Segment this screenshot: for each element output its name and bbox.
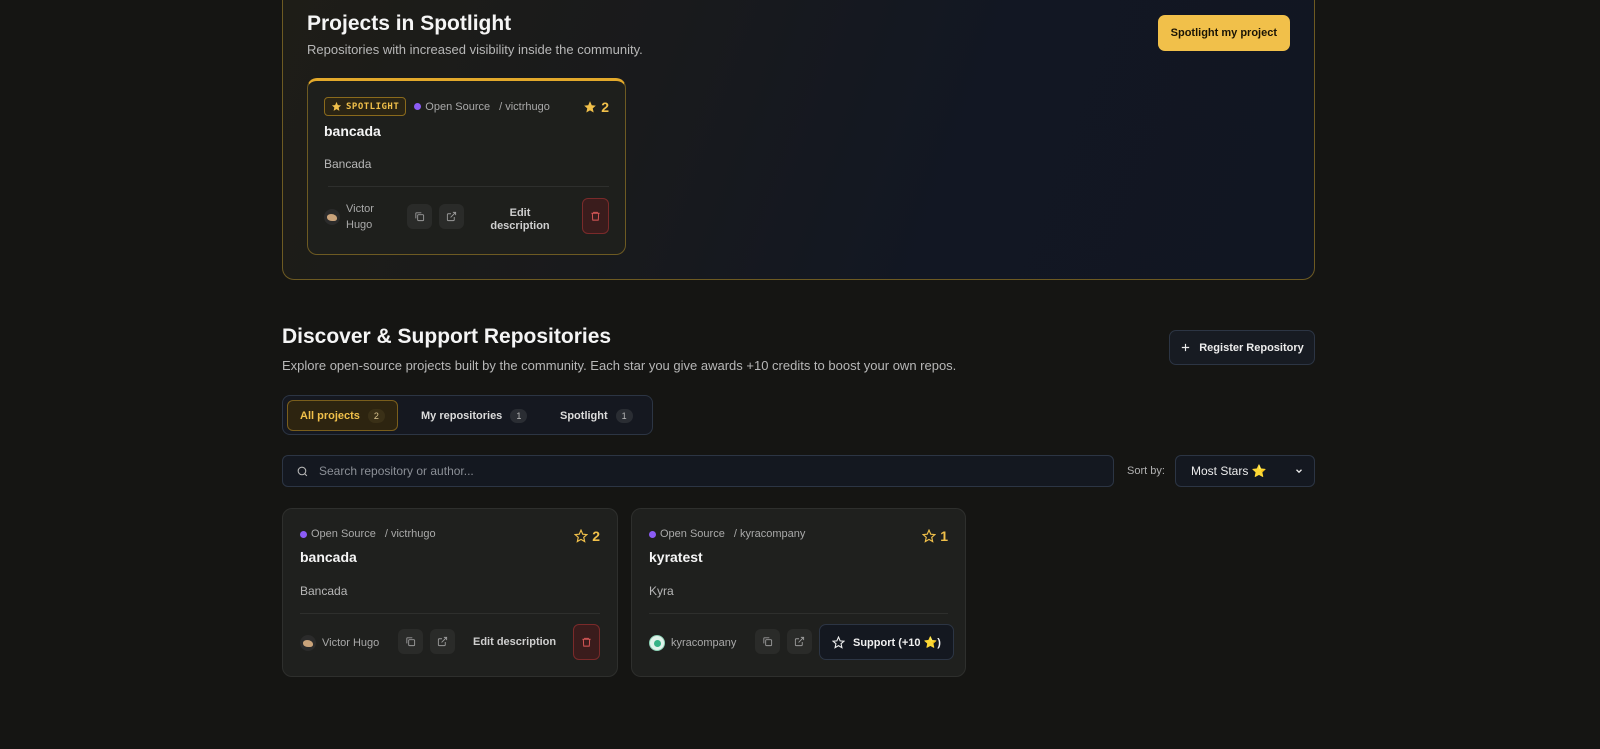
tab-label: All projects: [300, 409, 360, 422]
tab-count: 1: [615, 408, 633, 423]
register-repository-label: Register Repository: [1199, 341, 1304, 354]
support-label: Support (+10 ⭐): [853, 636, 941, 649]
repo-owner[interactable]: / kyracompany: [734, 528, 806, 540]
repo-owner[interactable]: / victrhugo: [499, 101, 550, 113]
support-button[interactable]: Support (+10 ⭐): [819, 624, 954, 660]
tab-my-repositories[interactable]: My repositories 1: [409, 400, 539, 431]
repo-author[interactable]: kyracompany: [649, 635, 736, 651]
author-name-line1: Victor: [346, 203, 374, 215]
repo-license: Open Source: [425, 100, 491, 113]
spotlight-badge-label: SPOTLIGHT: [346, 101, 400, 112]
tab-count: 1: [510, 408, 528, 423]
open-external-button[interactable]: [787, 629, 812, 654]
spotlight-title: Projects in Spotlight: [307, 12, 512, 35]
edit-label-line1: Edit: [509, 207, 531, 219]
search-bar: [282, 455, 1114, 487]
spotlight-my-project-button[interactable]: Spotlight my project: [1157, 15, 1290, 51]
edit-description-button[interactable]: Edit description: [480, 207, 560, 233]
copy-icon: [406, 637, 416, 647]
spotlight-section: Projects in Spotlight Repositories with …: [282, 0, 1315, 280]
star-count: 1: [922, 528, 948, 544]
star-count-value: 2: [592, 528, 600, 544]
repo-meta: SPOTLIGHT Open Source / victrhugo: [324, 97, 550, 116]
edit-description-button[interactable]: Edit description: [473, 636, 556, 649]
star-outline-icon: [832, 635, 845, 649]
copy-link-button[interactable]: [398, 629, 423, 654]
star-count: 2: [574, 528, 600, 544]
external-link-icon: [446, 211, 457, 222]
repo-description: Bancada: [300, 584, 348, 598]
repo-name[interactable]: bancada: [324, 123, 381, 139]
star-filled-icon: [584, 101, 597, 113]
discover-subtitle: Explore open-source projects built by th…: [282, 358, 957, 373]
sort-value: Most Stars ⭐: [1191, 464, 1267, 478]
discover-title: Discover & Support Repositories: [282, 325, 612, 348]
chevron-down-icon: [1296, 469, 1302, 474]
copy-icon: [763, 637, 773, 647]
repo-author[interactable]: Victor Hugo: [324, 201, 374, 233]
star-count-value: 1: [940, 528, 948, 544]
external-link-icon: [437, 636, 448, 647]
sort-label: Sort by:: [1127, 465, 1165, 477]
repo-license: Open Source: [660, 528, 725, 540]
repo-meta: Open Source / kyracompany: [649, 528, 805, 540]
star-count-value: 2: [601, 99, 609, 115]
copy-icon: [415, 212, 425, 222]
external-link-icon: [794, 636, 805, 647]
search-input[interactable]: [319, 464, 1079, 478]
avatar: [324, 209, 340, 225]
trash-icon: [591, 211, 600, 221]
trash-icon: [582, 637, 591, 647]
plus-icon: [1182, 343, 1190, 352]
repo-name[interactable]: bancada: [300, 549, 357, 565]
repo-author[interactable]: Victor Hugo: [300, 635, 379, 651]
delete-button[interactable]: [573, 624, 600, 660]
author-name: Victor Hugo: [322, 637, 380, 649]
repo-license: Open Source: [311, 528, 376, 540]
repo-description: Kyra: [649, 584, 674, 598]
tab-label: Spotlight: [560, 409, 608, 422]
license-dot-icon: [414, 103, 422, 110]
spotlight-repo-card[interactable]: SPOTLIGHT Open Source / victrhugo 2 banc…: [307, 78, 626, 255]
card-divider: [649, 613, 948, 614]
star-icon: [331, 101, 342, 111]
tab-spotlight[interactable]: Spotlight 1: [548, 400, 645, 431]
star-outline-icon: [922, 529, 937, 543]
repo-name[interactable]: kyratest: [649, 549, 703, 565]
copy-link-button[interactable]: [755, 629, 780, 654]
repo-owner[interactable]: / victrhugo: [385, 528, 436, 540]
star-count: 2: [583, 99, 609, 115]
spotlight-subtitle: Repositories with increased visibility i…: [307, 42, 643, 57]
license-dot-icon: [649, 530, 656, 538]
open-external-button[interactable]: [430, 629, 455, 654]
author-name-line2: Hugo: [346, 219, 373, 231]
repo-card[interactable]: Open Source / kyracompany 1 kyratest Kyr…: [631, 508, 966, 677]
register-repository-button[interactable]: Register Repository: [1169, 330, 1315, 365]
repo-meta: Open Source / victrhugo: [300, 528, 436, 540]
edit-label-line2: description: [490, 220, 550, 232]
copy-link-button[interactable]: [407, 204, 432, 229]
repo-card[interactable]: Open Source / victrhugo 2 bancada Bancad…: [282, 508, 618, 677]
license-dot-icon: [300, 530, 307, 538]
tab-label: My repositories: [421, 409, 503, 422]
card-divider: [300, 613, 600, 614]
author-name: kyracompany: [671, 637, 737, 649]
sort-select[interactable]: Most Stars ⭐: [1175, 455, 1315, 487]
search-icon: [297, 466, 308, 476]
tab-all-projects[interactable]: All projects 2: [287, 400, 398, 431]
avatar: [300, 635, 316, 651]
star-outline-icon: [574, 529, 589, 543]
open-external-button[interactable]: [439, 204, 464, 229]
repo-description: Bancada: [324, 157, 372, 171]
spotlight-badge: SPOTLIGHT: [324, 97, 407, 116]
tab-count: 2: [367, 408, 385, 423]
filter-tabs: All projects 2 My repositories 1 Spotlig…: [282, 395, 653, 435]
card-divider: [328, 186, 609, 187]
avatar: [649, 635, 665, 651]
delete-button[interactable]: [582, 198, 609, 234]
